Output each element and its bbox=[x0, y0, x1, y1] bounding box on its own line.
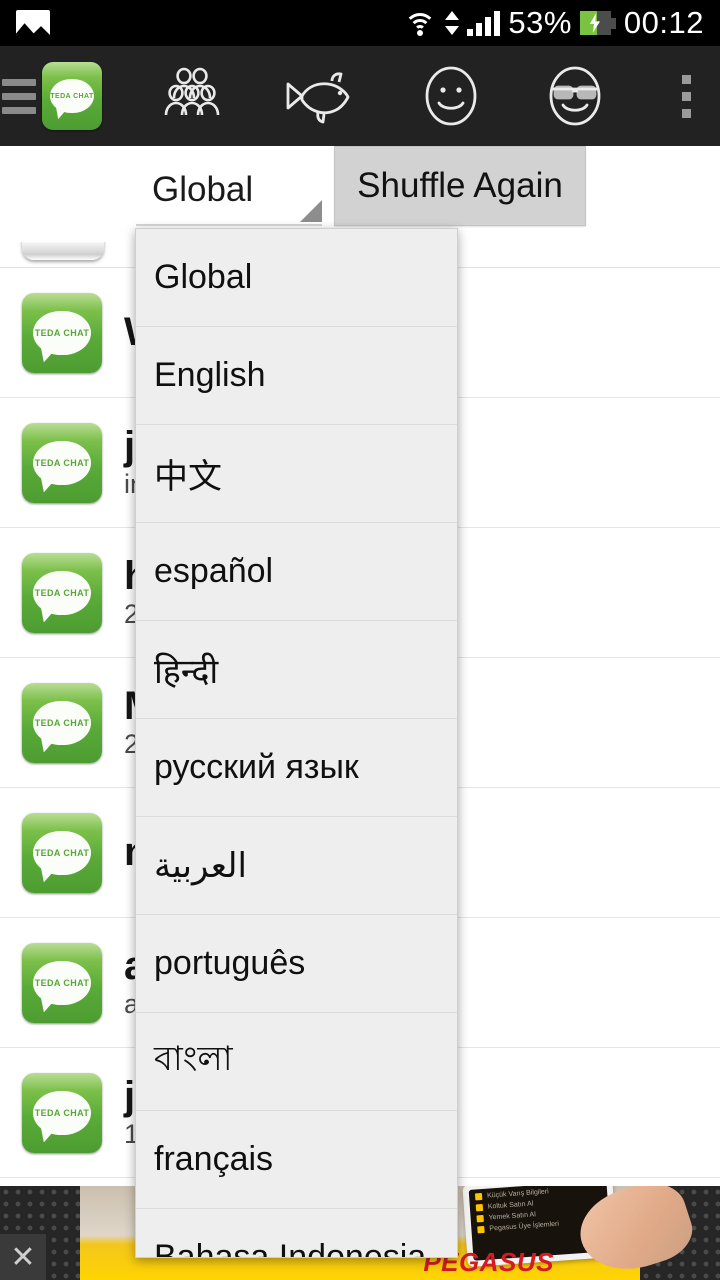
avatar: TEDA CHAT bbox=[22, 292, 102, 373]
shuffle-again-button[interactable]: Shuffle Again bbox=[334, 146, 586, 226]
ad-phone-menu-label: Koltuk Satın Al bbox=[487, 1200, 534, 1211]
smiley-face-icon[interactable] bbox=[416, 61, 486, 131]
dropdown-item-label: português bbox=[154, 944, 306, 982]
avatar-label: TEDA CHAT bbox=[34, 327, 90, 338]
avatar-label: TEDA CHAT bbox=[34, 1107, 90, 1118]
avatar: TEDA CHAT bbox=[22, 942, 102, 1023]
dropdown-item-label: العربية bbox=[154, 846, 247, 885]
dropdown-item-9[interactable]: français bbox=[136, 1111, 457, 1209]
avatar-label: TEDA CHAT bbox=[34, 457, 90, 468]
dropdown-item-1[interactable]: English bbox=[136, 327, 457, 425]
app-logo-label: TEDA CHAT bbox=[50, 92, 94, 100]
dropdown-item-label: Bahasa Indonesia bbox=[154, 1238, 427, 1258]
status-bar-right: 53% 00:12 bbox=[403, 5, 704, 41]
wifi-icon bbox=[403, 10, 437, 36]
dropdown-item-label: বাংলা bbox=[154, 1040, 233, 1078]
language-spinner[interactable]: Global bbox=[136, 154, 322, 226]
avatar: TEDA CHAT bbox=[22, 422, 102, 503]
dropdown-item-8[interactable]: বাংলা bbox=[136, 1013, 457, 1111]
dropdown-item-4[interactable]: हिन्दी bbox=[136, 621, 457, 719]
dropdown-item-2[interactable]: 中文 bbox=[136, 425, 457, 523]
signal-bars-icon bbox=[467, 10, 501, 36]
dropdown-item-7[interactable]: português bbox=[136, 915, 457, 1013]
status-bar-left bbox=[16, 10, 50, 36]
dropdown-item-label: русский язык bbox=[154, 748, 359, 786]
ad-phone-menu-label: Küçük Varış Bilgileri bbox=[486, 1188, 549, 1200]
dropdown-item-3[interactable]: español bbox=[136, 523, 457, 621]
hamburger-menu-icon[interactable] bbox=[2, 78, 36, 114]
people-group-icon[interactable] bbox=[156, 64, 228, 128]
avatar-label: TEDA CHAT bbox=[34, 847, 90, 858]
cool-face-sunglasses-icon[interactable] bbox=[540, 61, 610, 131]
dropdown-item-label: español bbox=[154, 552, 274, 590]
avatar: TEDA CHAT bbox=[22, 552, 102, 633]
avatar: TEDA CHAT bbox=[22, 812, 102, 893]
battery-charging-icon bbox=[579, 11, 616, 35]
ad-close-button[interactable]: ✕ bbox=[0, 1234, 46, 1280]
action-bar: TEDA CHAT bbox=[0, 46, 720, 146]
dropdown-item-label: English bbox=[154, 356, 266, 394]
dropdown-item-0[interactable]: Global bbox=[136, 229, 457, 327]
avatar-label: TEDA CHAT bbox=[34, 717, 90, 728]
clock-label: 00:12 bbox=[623, 5, 704, 40]
status-bar[interactable]: 53% 00:12 bbox=[0, 0, 720, 46]
dropdown-item-6[interactable]: العربية bbox=[136, 817, 457, 915]
avatar-label: TEDA CHAT bbox=[34, 977, 90, 988]
dropdown-item-10[interactable]: Bahasa Indonesia bbox=[136, 1209, 457, 1258]
language-dropdown-popup[interactable]: Global English 中文 español हिन्दी русский язык… bbox=[135, 228, 458, 1258]
app-logo[interactable]: TEDA CHAT bbox=[42, 62, 102, 130]
dropdown-item-5[interactable]: русский язык bbox=[136, 719, 457, 817]
data-transfer-icon bbox=[445, 10, 460, 36]
photo-icon bbox=[16, 10, 50, 36]
avatar: TEDA CHAT bbox=[22, 1072, 102, 1153]
battery-percent-label: 53% bbox=[508, 5, 572, 40]
dropdown-item-label: 中文 bbox=[154, 458, 222, 496]
dropdown-item-label: Global bbox=[154, 258, 253, 296]
avatar-label: TEDA CHAT bbox=[34, 587, 90, 598]
language-spinner-value: Global bbox=[152, 170, 254, 209]
avatar bbox=[22, 242, 104, 260]
fish-icon[interactable] bbox=[282, 66, 362, 126]
ad-phone-menu-label: Pegasus Üye İşlemleri bbox=[489, 1220, 560, 1233]
ad-phone-menu-label: Yemek Satın Al bbox=[488, 1211, 537, 1222]
dropdown-triangle-icon bbox=[300, 200, 322, 222]
overflow-menu-icon[interactable] bbox=[664, 62, 708, 130]
dropdown-item-label: हिन्दी bbox=[154, 652, 219, 691]
avatar: TEDA CHAT bbox=[22, 682, 102, 763]
dropdown-item-label: français bbox=[154, 1140, 274, 1178]
